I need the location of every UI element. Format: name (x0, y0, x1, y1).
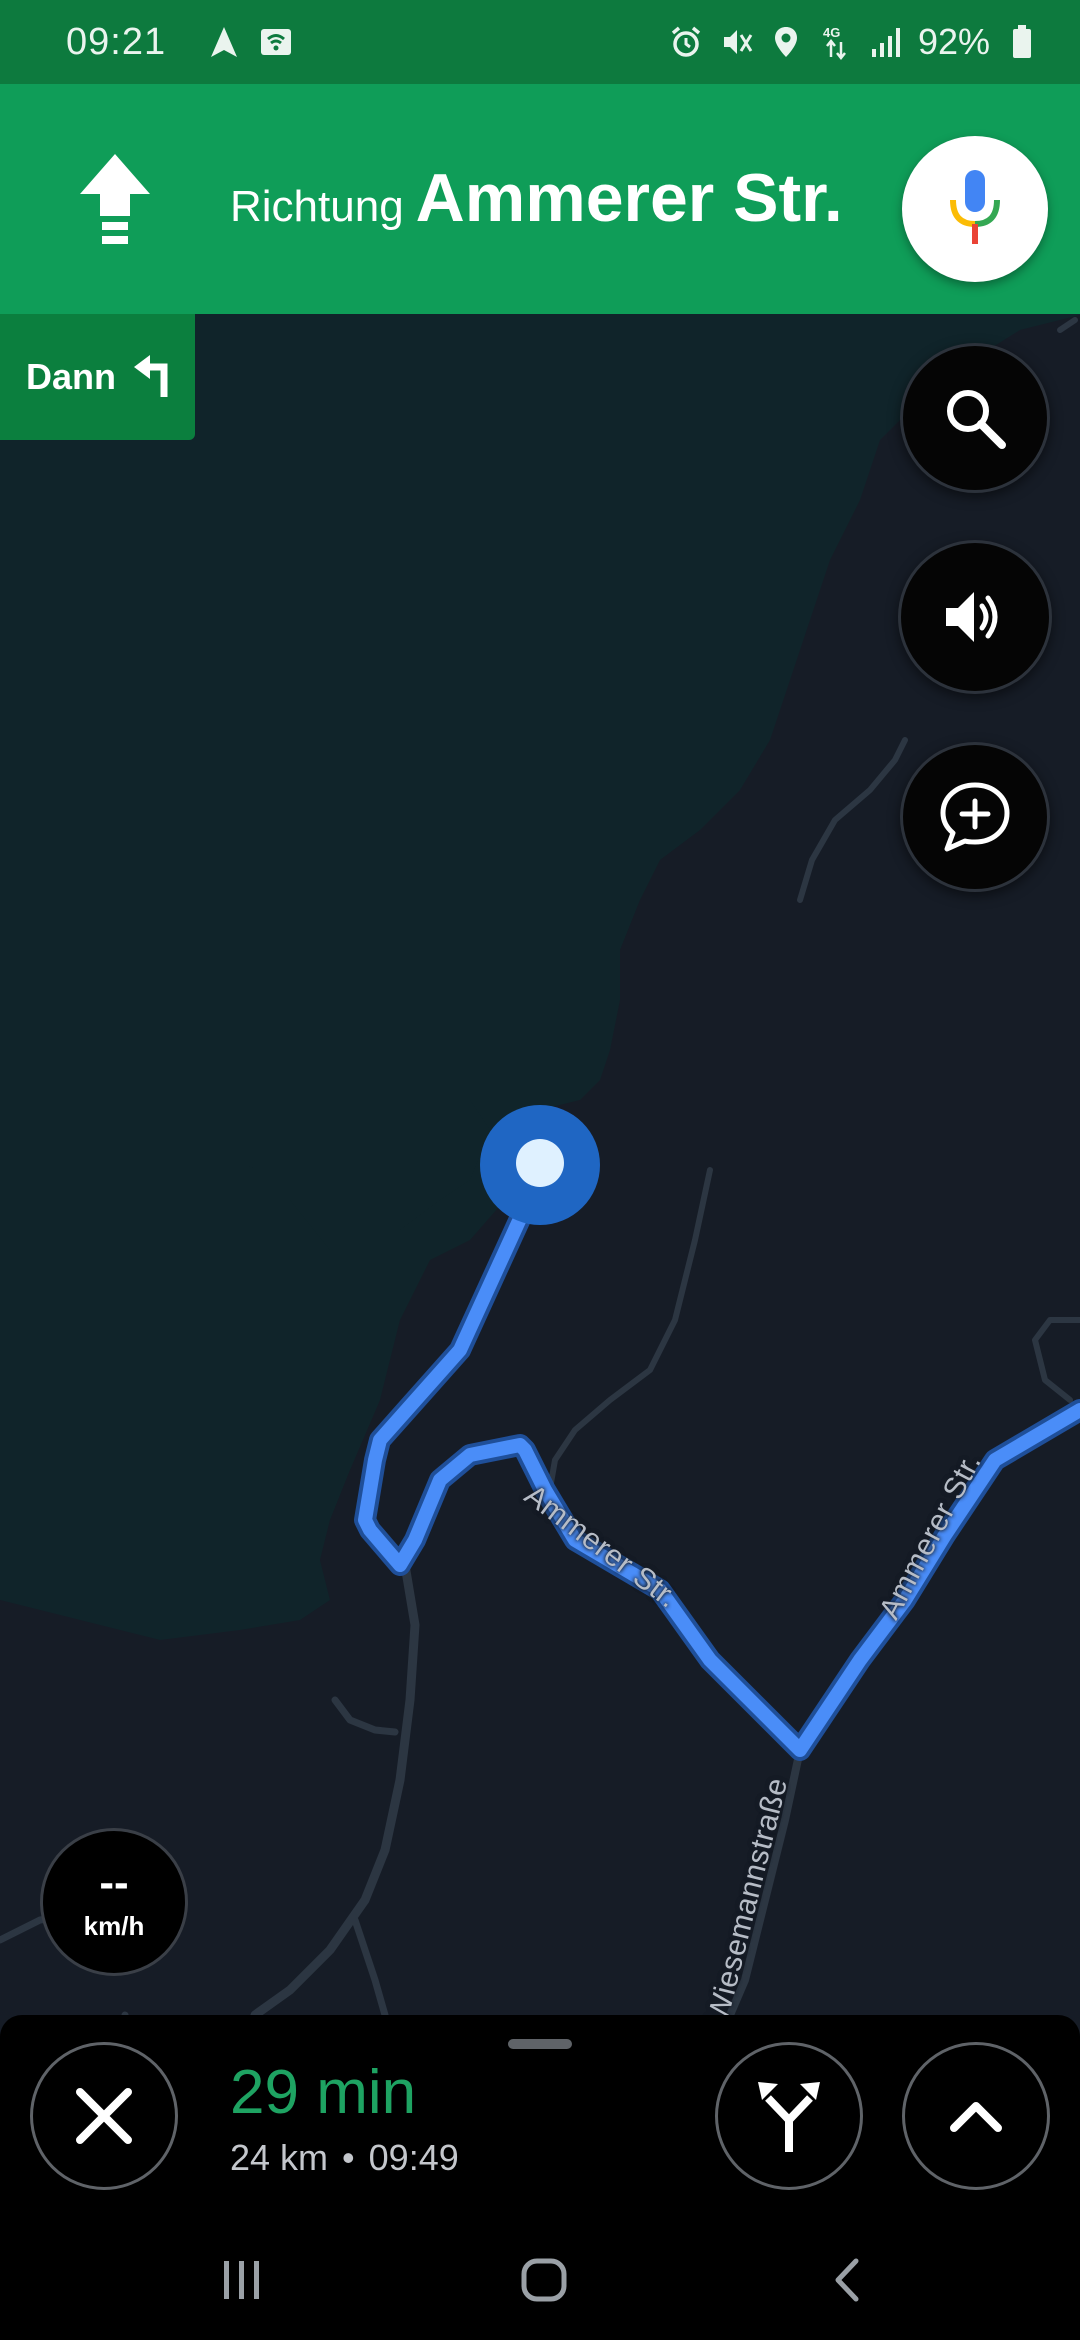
svg-text:4G: 4G (823, 25, 840, 40)
voice-search-button[interactable] (902, 136, 1048, 282)
direction-prefix: Richtung (230, 182, 404, 231)
mute-icon (718, 24, 754, 60)
direction-text: Richtung Ammerer Str. (230, 159, 843, 237)
back-button[interactable] (812, 2250, 882, 2310)
straight-arrow-icon (80, 154, 150, 254)
wifi-hotspot-icon (258, 24, 294, 60)
expand-panel-button[interactable] (902, 2042, 1050, 2190)
trip-separator: • (342, 2137, 355, 2178)
speedometer: -- km/h (40, 1828, 188, 1976)
search-button[interactable] (900, 343, 1050, 493)
close-icon (76, 2088, 132, 2144)
trip-duration: 29 min (230, 2058, 417, 2127)
recent-apps-icon (224, 2261, 259, 2299)
status-bar: 09:21 4G 92% (0, 0, 1080, 84)
search-icon (947, 390, 1006, 449)
route-split-icon (758, 2082, 820, 2152)
recent-apps-button[interactable] (207, 2250, 277, 2310)
report-button[interactable] (900, 742, 1050, 892)
navigation-screen: Ammerer Str. Ammerer Str. Wiesemannstraß… (0, 0, 1080, 2340)
turn-left-icon (132, 353, 172, 402)
arrival-time: 09:49 (368, 2137, 459, 2178)
chevron-up-icon (950, 2102, 1002, 2132)
trip-details: 24 km • 09:49 (230, 2137, 459, 2179)
drag-handle[interactable] (508, 2039, 572, 2049)
signal-icon (868, 24, 904, 60)
location-icon (768, 24, 804, 60)
sound-button[interactable] (898, 540, 1052, 694)
speed-unit: km/h (83, 1910, 145, 1941)
status-time: 09:21 (66, 20, 167, 63)
4g-data-icon: 4G (818, 24, 854, 60)
then-label: Dann (26, 356, 116, 397)
navigation-arrow-icon (206, 24, 242, 60)
next-maneuver-chip[interactable]: Dann (0, 314, 195, 440)
home-icon (521, 2258, 567, 2302)
back-icon (835, 2258, 859, 2302)
battery-percent: 92% (917, 21, 990, 62)
status-left: 09:21 (66, 21, 294, 64)
add-comment-icon (940, 782, 1010, 852)
alarm-icon (668, 24, 704, 60)
microphone-icon (950, 170, 1000, 244)
status-right: 4G 92% (668, 21, 1040, 63)
speaker-icon (946, 592, 998, 642)
exit-navigation-button[interactable] (30, 2042, 178, 2190)
speed-value: -- (99, 1857, 129, 1907)
system-navigation-bar (0, 2220, 1080, 2340)
alternate-routes-button[interactable] (715, 2042, 863, 2190)
home-button[interactable] (509, 2250, 579, 2310)
current-position-dot (516, 1139, 564, 1187)
direction-street: Ammerer Str. (415, 160, 843, 236)
navigation-banner[interactable]: Richtung Ammerer Str. (0, 84, 1080, 314)
battery-icon (1004, 24, 1040, 60)
trip-distance: 24 km (230, 2137, 329, 2178)
